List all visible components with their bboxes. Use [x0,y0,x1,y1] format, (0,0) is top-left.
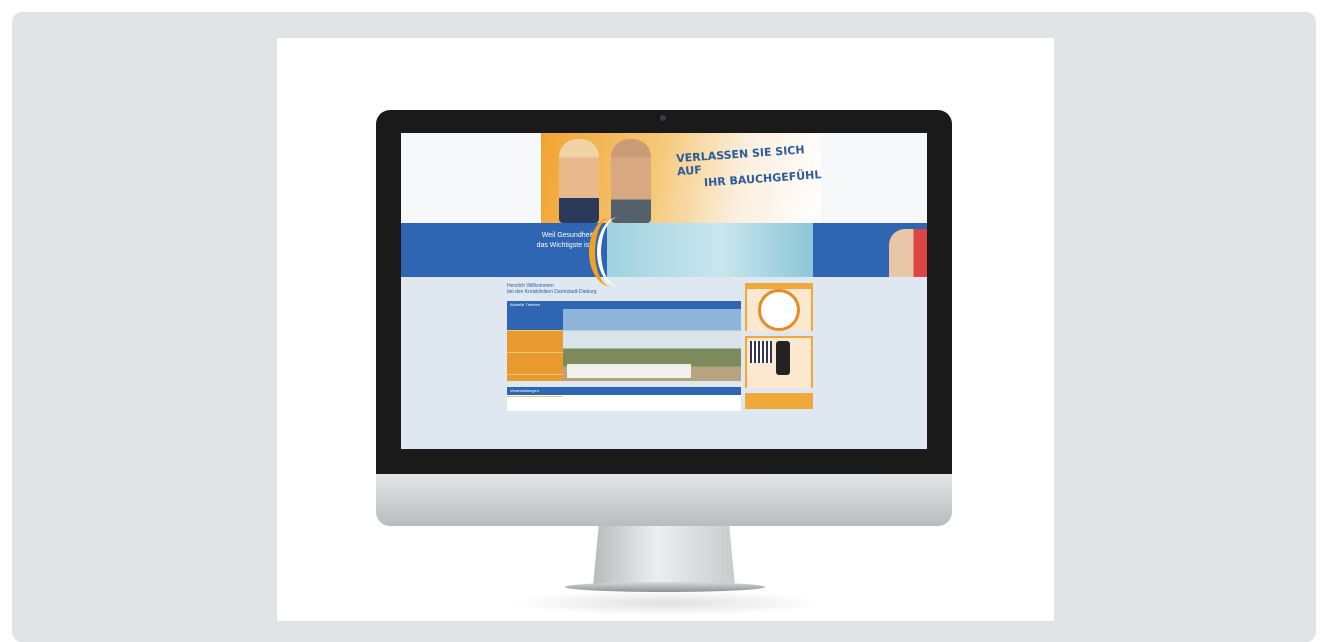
app-box-body [747,338,811,388]
news-item[interactable] [507,331,563,353]
welcome-heading: Herzlich Willkommen bei den Kreisklinike… [507,283,741,295]
news-caption[interactable] [567,364,691,378]
news-box [507,309,741,397]
welcome-line2: bei den Kreiskliniken Darmstadt-Dieburg [507,289,597,295]
blog-box[interactable] [745,393,813,409]
news-item[interactable] [507,309,563,331]
events-row[interactable] [507,395,741,411]
white-arc [597,217,641,287]
award-box[interactable] [745,283,813,331]
hero-banner: VERLASSEN SIE SICH AUF IHR BAUCHGEFÜHL [401,133,927,223]
app-box[interactable] [745,336,813,388]
award-badge-icon [758,289,800,331]
slogan-text: Weil Gesundheit das Wichtigste ist. [493,231,593,251]
monitor-foot [565,582,765,592]
pregnant-woman-image [559,139,599,223]
camera-icon [660,115,666,121]
blog-box-title [745,393,813,409]
monitor-chin [376,474,952,526]
news-item[interactable] [507,353,563,375]
smartphone-icon [776,341,790,375]
award-box-title [745,283,813,285]
news-heading: Aktuelle Themen [507,301,741,309]
man-image [611,139,651,223]
award-box-body [747,289,811,331]
slogan-line2: das Wichtigste ist. [536,242,593,249]
slogan-line1: Weil Gesundheit [541,232,593,239]
news-photo[interactable] [563,309,741,381]
sidebar [745,283,813,414]
monitor-stand [593,526,735,586]
doctors-figures [889,229,927,277]
qr-code-icon [750,341,772,363]
image-stage: VERLASSEN SIE SICH AUF IHR BAUCHGEFÜHL W… [277,38,1054,621]
main-content: Herzlich Willkommen bei den Kreisklinike… [507,283,741,411]
website-screen: VERLASSEN SIE SICH AUF IHR BAUCHGEFÜHL W… [401,133,927,449]
news-list [507,309,563,397]
slogan-band: Weil Gesundheit das Wichtigste ist. [401,217,927,287]
monitor-shadow [507,590,827,616]
